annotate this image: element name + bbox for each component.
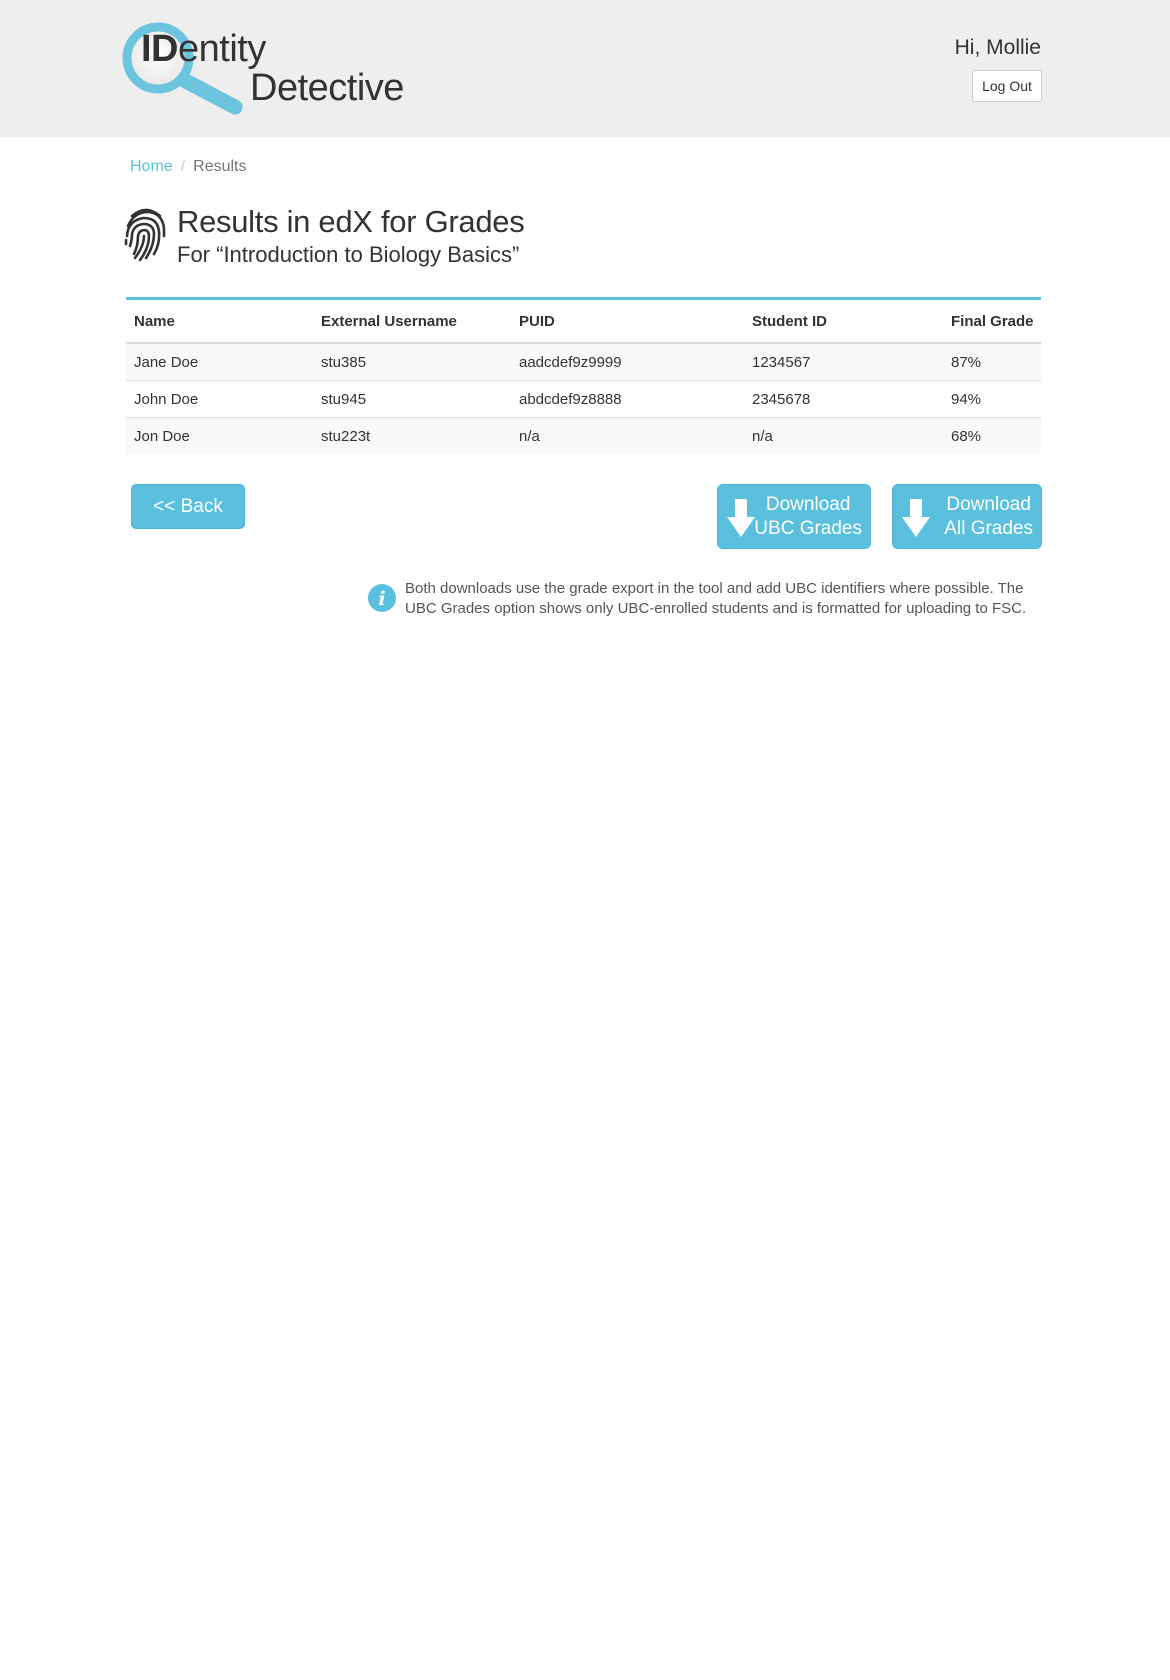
download-info-text: Both downloads use the grade export in t…	[405, 580, 1027, 617]
cell-student-id: n/a	[744, 417, 943, 454]
cell-external-username: stu385	[313, 343, 511, 381]
download-arrow-icon	[902, 499, 930, 537]
site-header: IDentity Detective Hi, Mollie Log Out	[0, 0, 1170, 137]
column-header-external-username: External Username	[313, 298, 511, 344]
logout-button[interactable]: Log Out	[972, 70, 1042, 102]
logo-identity-text: IDentity	[141, 28, 266, 70]
table-row: John Doe stu945 abdcdef9z8888 2345678 94…	[126, 380, 1041, 418]
cell-final-grade: 68%	[943, 417, 1041, 454]
cell-student-id: 1234567	[744, 343, 943, 381]
table-header-row: Name External Username PUID Student ID F…	[126, 298, 1041, 344]
cell-name: Jane Doe	[126, 343, 313, 381]
logo[interactable]: IDentity Detective	[118, 18, 418, 118]
cell-puid: abdcdef9z8888	[511, 380, 744, 418]
user-greeting: Hi, Mollie	[954, 36, 1041, 59]
cell-student-id: 2345678	[744, 380, 943, 418]
breadcrumb: Home / Results	[130, 158, 247, 176]
svg-text:i: i	[378, 588, 385, 610]
page-subtitle: For “Introduction to Biology Basics”	[177, 242, 520, 267]
column-header-student-id: Student ID	[744, 298, 943, 344]
cell-puid: n/a	[511, 417, 744, 454]
download-arrow-icon	[727, 499, 755, 537]
page-title: Results in edX for Grades	[177, 204, 525, 239]
cell-external-username: stu223t	[313, 417, 511, 454]
back-button[interactable]: << Back	[131, 484, 245, 529]
download-ubc-grades-button[interactable]: Download UBC Grades	[717, 484, 871, 549]
cell-final-grade: 94%	[943, 380, 1041, 418]
logo-detective-text: Detective	[250, 67, 404, 109]
cell-name: Jon Doe	[126, 417, 313, 454]
cell-puid: aadcdef9z9999	[511, 343, 744, 381]
cell-name: John Doe	[126, 380, 313, 418]
download-all-grades-button[interactable]: Download All Grades	[892, 484, 1042, 549]
column-header-final-grade: Final Grade	[943, 298, 1041, 344]
results-table: Name External Username PUID Student ID F…	[126, 297, 1041, 454]
fingerprint-icon	[124, 208, 166, 262]
info-icon: i	[368, 584, 396, 612]
breadcrumb-home-link[interactable]: Home	[130, 158, 173, 175]
download-all-label: Download All Grades	[944, 494, 1033, 539]
breadcrumb-current: Results	[193, 158, 247, 175]
cell-final-grade: 87%	[943, 343, 1041, 381]
breadcrumb-separator: /	[180, 158, 186, 175]
table-row: Jon Doe stu223t n/a n/a 68%	[126, 417, 1041, 454]
download-ubc-label: Download UBC Grades	[754, 494, 862, 539]
column-header-puid: PUID	[511, 298, 744, 344]
cell-external-username: stu945	[313, 380, 511, 418]
table-row: Jane Doe stu385 aadcdef9z9999 1234567 87…	[126, 343, 1041, 381]
column-header-name: Name	[126, 298, 313, 344]
